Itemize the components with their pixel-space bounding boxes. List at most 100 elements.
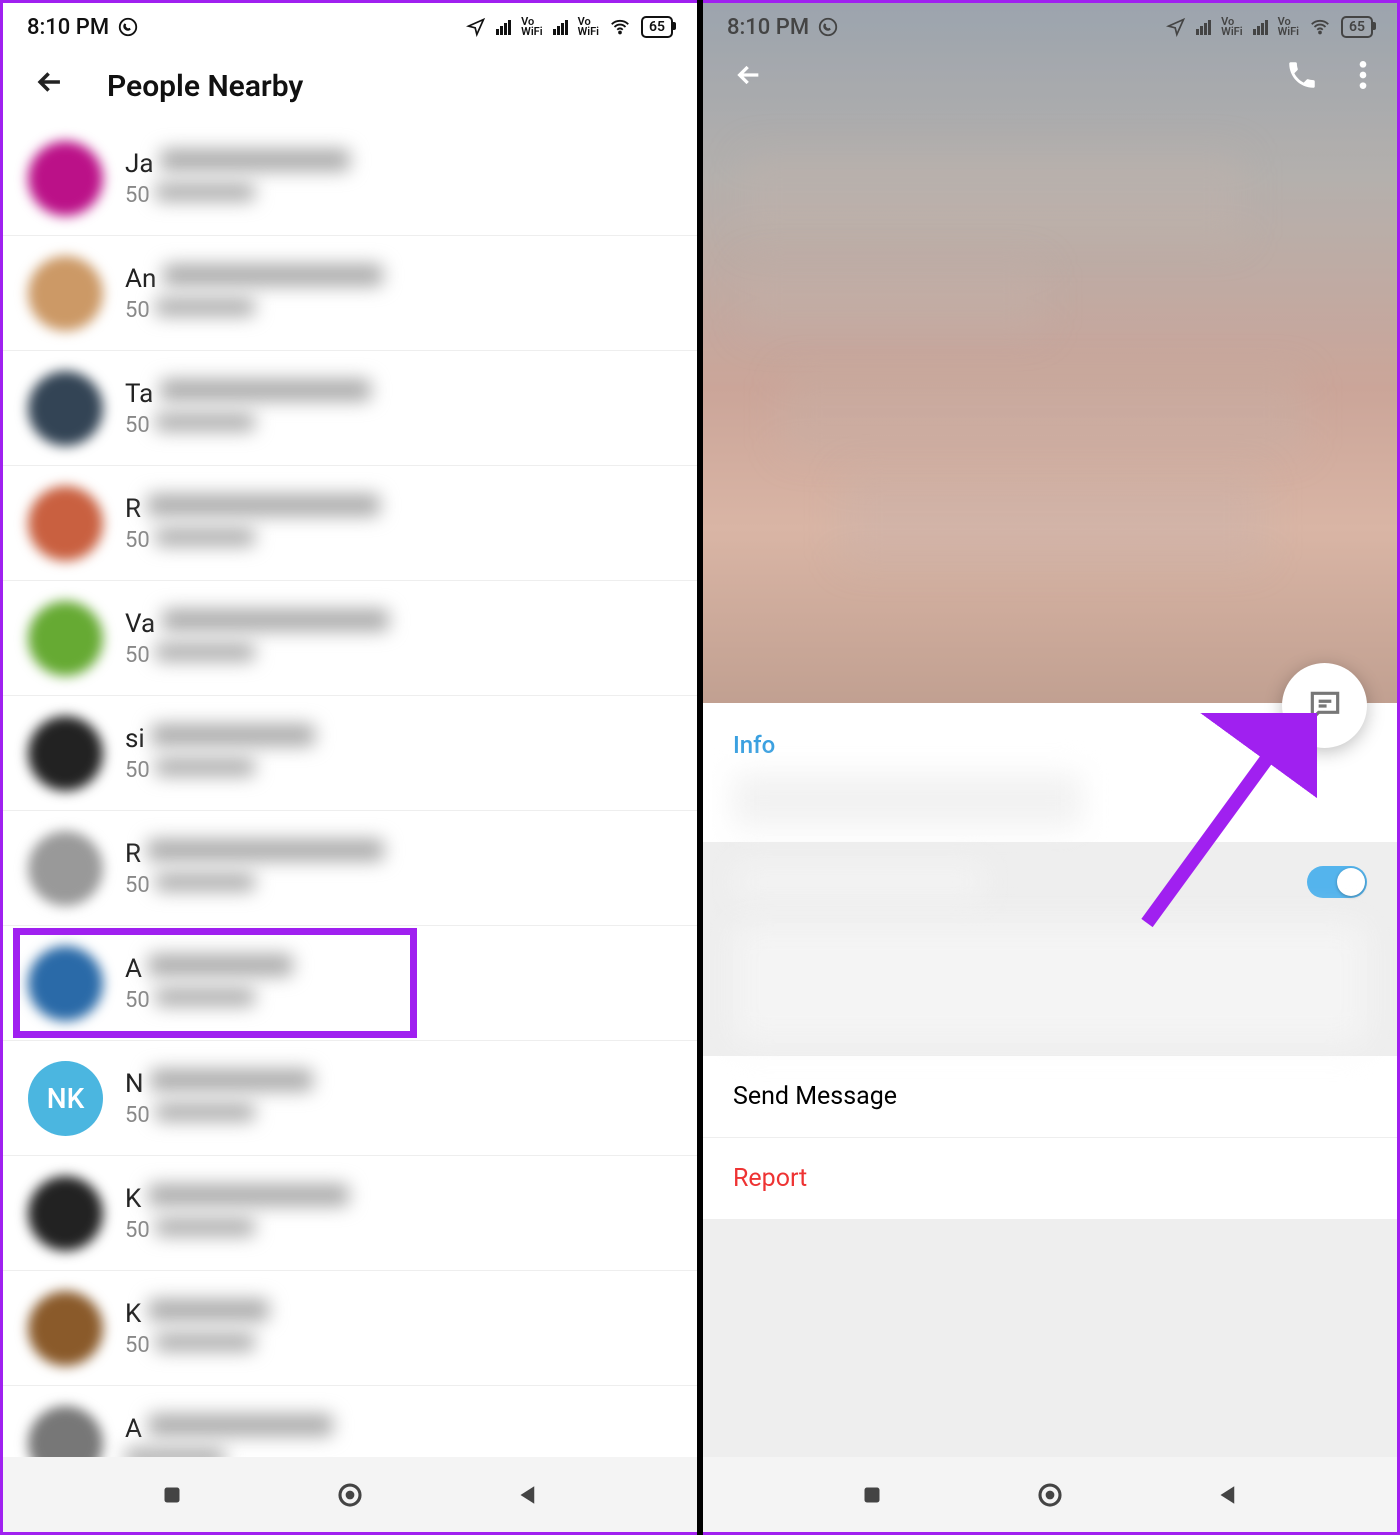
item-text: A 50 (125, 954, 677, 1013)
people-list: Ja 50 An 50 Ta 50 R 50 Va 50 si 50 R 50 … (3, 121, 697, 1457)
profile-topbar (703, 58, 1397, 96)
nav-recent-icon[interactable] (857, 1480, 887, 1510)
send-message-button[interactable]: Send Message (703, 1055, 1397, 1137)
phone-people-nearby: 8:10 PM VoWiFi VoWiFi 65 People Nearby J… (0, 0, 700, 1535)
signal-icon-2 (1253, 20, 1268, 35)
person-name: A (125, 1414, 677, 1444)
list-item[interactable]: K 50 (3, 1271, 697, 1386)
person-distance: 50 (125, 1218, 677, 1243)
avatar (28, 716, 103, 791)
person-distance: 50 (125, 988, 677, 1013)
list-item[interactable]: si 50 (3, 696, 697, 811)
message-fab[interactable] (1282, 663, 1367, 748)
person-name: si (125, 724, 677, 754)
toggle-switch[interactable] (1307, 866, 1367, 898)
android-navbar (3, 1457, 697, 1532)
vowifi-icon-2: VoWiFi (1278, 17, 1299, 37)
avatar (28, 256, 103, 331)
status-time: 8:10 PM (27, 15, 109, 40)
person-distance: 50 (125, 758, 677, 783)
person-name: Ta (125, 379, 677, 409)
person-distance: 50 (125, 643, 677, 668)
toggle-label-blurred (733, 862, 987, 902)
avatar (28, 1291, 103, 1366)
avatar (28, 601, 103, 676)
android-navbar (703, 1457, 1397, 1532)
avatar: NK (28, 1061, 103, 1136)
call-icon[interactable] (1285, 58, 1319, 96)
item-text: N 50 (125, 1069, 677, 1128)
avatar (28, 1176, 103, 1251)
nav-home-icon[interactable] (335, 1480, 365, 1510)
person-name: N (125, 1069, 677, 1099)
titlebar: People Nearby (3, 51, 697, 121)
person-distance: 50 (125, 183, 677, 208)
avatar (28, 371, 103, 446)
item-text: K 50 (125, 1184, 677, 1243)
item-text: Ta 50 (125, 379, 677, 438)
more-icon[interactable] (1359, 59, 1367, 95)
item-text: Ja 50 (125, 149, 677, 208)
wifi-icon (609, 16, 631, 38)
avatar (28, 946, 103, 1021)
person-distance: 50 (125, 413, 677, 438)
page-title: People Nearby (107, 69, 303, 104)
item-text: R 50 (125, 494, 677, 553)
person-name: An (125, 264, 677, 294)
battery-indicator: 65 (1341, 16, 1373, 38)
back-arrow-icon[interactable] (733, 59, 765, 95)
chat-icon (1306, 687, 1344, 725)
list-item[interactable]: NK N 50 (3, 1041, 697, 1156)
person-distance: 50 (125, 1103, 677, 1128)
person-distance (125, 1448, 677, 1458)
whatsapp-icon (817, 16, 839, 38)
empty-area (703, 1219, 1397, 1457)
nav-back-icon[interactable] (1213, 1480, 1243, 1510)
avatar (28, 831, 103, 906)
person-name: R (125, 839, 677, 869)
location-icon (466, 17, 486, 37)
signal-icon (1196, 20, 1211, 35)
location-icon (1166, 17, 1186, 37)
nav-recent-icon[interactable] (157, 1480, 187, 1510)
list-item[interactable]: Ja 50 (3, 121, 697, 236)
list-item[interactable]: A 50 (3, 926, 697, 1041)
signal-icon-2 (553, 20, 568, 35)
nav-back-icon[interactable] (513, 1480, 543, 1510)
item-text: Va 50 (125, 609, 677, 668)
notifications-toggle-row[interactable] (703, 842, 1397, 923)
avatar (28, 486, 103, 561)
person-name: K (125, 1184, 677, 1214)
report-button[interactable]: Report (703, 1137, 1397, 1219)
avatar (28, 141, 103, 216)
back-arrow-icon[interactable] (33, 65, 67, 108)
profile-cover[interactable] (703, 3, 1397, 703)
list-item[interactable]: Ta 50 (3, 351, 697, 466)
item-text: K 50 (125, 1299, 677, 1358)
list-item[interactable]: Va 50 (3, 581, 697, 696)
item-text: An 50 (125, 264, 677, 323)
status-bar: 8:10 PM VoWiFi VoWiFi 65 (703, 3, 1397, 51)
status-bar: 8:10 PM VoWiFi VoWiFi 65 (3, 3, 697, 51)
list-item[interactable]: An 50 (3, 236, 697, 351)
item-text: si 50 (125, 724, 677, 783)
person-distance: 50 (125, 298, 677, 323)
list-item[interactable]: R 50 (3, 811, 697, 926)
person-distance: 50 (125, 1333, 677, 1358)
shared-media-blurred (733, 923, 1367, 1043)
person-distance: 50 (125, 528, 677, 553)
item-text: A (125, 1414, 677, 1458)
item-text: R 50 (125, 839, 677, 898)
list-item[interactable]: R 50 (3, 466, 697, 581)
person-name: A (125, 954, 677, 984)
nav-home-icon[interactable] (1035, 1480, 1065, 1510)
list-item[interactable]: K 50 (3, 1156, 697, 1271)
whatsapp-icon (117, 16, 139, 38)
status-time: 8:10 PM (727, 15, 809, 40)
phone-profile: 8:10 PM VoWiFi VoWiFi 65 (700, 0, 1400, 1535)
battery-indicator: 65 (641, 16, 673, 38)
info-blurred (733, 773, 1082, 828)
vowifi-icon: VoWiFi (521, 17, 542, 37)
person-name: Ja (125, 149, 677, 179)
list-item[interactable]: A (3, 1386, 697, 1457)
